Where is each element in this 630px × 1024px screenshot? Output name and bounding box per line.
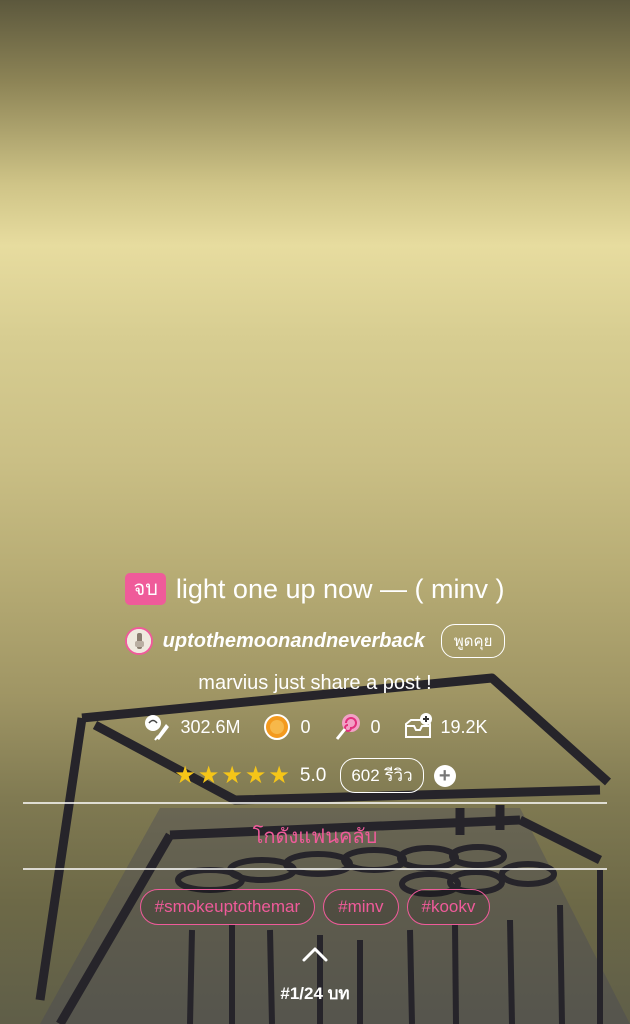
story-subtitle: marvius just share a post !	[198, 672, 432, 694]
lollipop-icon	[335, 714, 360, 740]
star-icon: ★	[197, 762, 220, 789]
story-info-panel: จบ light one up now — ( minv ) uptothemo…	[0, 0, 630, 1024]
views-icon	[145, 715, 170, 741]
title-row: จบ light one up now — ( minv )	[0, 572, 630, 606]
divider-top	[23, 802, 607, 804]
star-icon: ★	[244, 762, 267, 789]
views-stat: 302.6M	[142, 712, 240, 742]
rating-score: 5.0	[299, 764, 327, 786]
stats-row: 302.6M 0 0 19.2K	[0, 712, 630, 742]
favorites-count: 19.2K	[440, 716, 488, 737]
completed-badge: จบ	[125, 573, 166, 605]
chapter-indicator: #1/24 บท	[280, 984, 350, 1003]
add-to-shelf-icon[interactable]	[403, 712, 433, 742]
candies-stat: 0	[333, 712, 381, 742]
reviews-button[interactable]: 602 รีวิว	[340, 758, 424, 793]
chevron-up-icon[interactable]	[300, 944, 330, 964]
avatar-image	[126, 629, 151, 653]
star-icon: ★	[174, 762, 196, 789]
views-count: 302.6M	[180, 716, 241, 737]
tag-kookv[interactable]: #kookv	[406, 889, 491, 925]
coins-count: 0	[300, 716, 311, 737]
tags-row: #smokeuptothemar #minv #kookv	[0, 889, 630, 925]
tag-minv[interactable]: #minv	[323, 889, 399, 925]
favorites-stat[interactable]: 19.2K	[403, 712, 488, 742]
star-icon: ★	[268, 762, 290, 789]
divider-bottom	[23, 868, 607, 870]
rating-row: ★ ★ ★ ★ ★ 5.0 602 รีวิว +	[0, 758, 630, 793]
add-review-button[interactable]: +	[433, 764, 456, 787]
coins-stat: 0	[262, 712, 311, 742]
tag-smokeuptothemar[interactable]: #smokeuptothemar	[139, 889, 316, 925]
star-icon: ★	[221, 762, 243, 789]
coin-icon	[264, 714, 291, 740]
candies-count: 0	[370, 716, 381, 737]
star-rating: ★ ★ ★ ★ ★	[174, 761, 290, 790]
story-title: light one up now — ( minv )	[175, 574, 505, 604]
author-avatar[interactable]	[124, 627, 153, 655]
author-name[interactable]: uptothemoonandneverback	[163, 630, 425, 653]
story-cover-screen: จบ light one up now — ( minv ) uptothemo…	[0, 0, 630, 1024]
author-row[interactable]: uptothemoonandneverback พูดคุย	[0, 624, 630, 658]
fanclub-link[interactable]: โกดังแฟนคลับ	[0, 820, 630, 852]
chat-button[interactable]: พูดคุย	[440, 624, 506, 658]
